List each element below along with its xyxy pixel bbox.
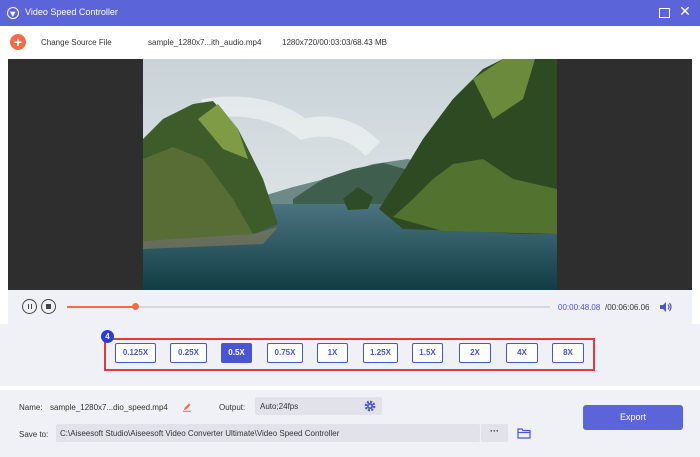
maximize-button[interactable] — [657, 6, 671, 20]
speed-option-125x[interactable]: 1.25X — [363, 343, 398, 363]
speed-option-05x[interactable]: 0.5X — [221, 343, 252, 363]
close-button[interactable]: ✕ — [678, 5, 692, 20]
progress-handle[interactable] — [131, 303, 139, 310]
video-frame-image — [143, 59, 557, 290]
stop-button[interactable] — [41, 299, 56, 314]
speed-option-15x[interactable]: 1.5X — [412, 343, 443, 363]
window-title: Video Speed Controller — [25, 7, 118, 17]
progress-fill — [67, 306, 135, 308]
app-logo-icon — [7, 7, 19, 19]
toolbar: + Change Source File sample_1280x7...ith… — [0, 26, 700, 59]
speed-option-4x[interactable]: 4X — [506, 343, 538, 363]
speed-option-1x[interactable]: 1X — [317, 343, 348, 363]
edit-name-icon[interactable] — [182, 402, 192, 412]
add-source-button[interactable]: + — [10, 34, 26, 50]
speed-option-075x[interactable]: 0.75X — [267, 343, 303, 363]
source-file-info: 1280x720/00:03:03/68.43 MB — [282, 38, 387, 47]
pause-button[interactable] — [22, 299, 37, 314]
speed-option-025x[interactable]: 0.25X — [170, 343, 207, 363]
change-source-file-button[interactable]: Change Source File — [41, 38, 112, 47]
output-format-field[interactable]: Auto;24fps — [255, 397, 382, 415]
speed-option-8x[interactable]: 8X — [552, 343, 584, 363]
browse-more-button[interactable]: ··· — [481, 424, 508, 442]
title-bar: Video Speed Controller ✕ — [0, 0, 700, 26]
source-file-name: sample_1280x7...ith_audio.mp4 — [148, 38, 262, 47]
video-preview — [8, 59, 692, 290]
name-label: Name: — [19, 403, 43, 412]
total-time: /00:06:06.06 — [605, 303, 650, 312]
progress-track[interactable] — [67, 303, 550, 310]
output-file-name: sample_1280x7...dio_speed.mp4 — [50, 403, 168, 412]
output-label: Output: — [219, 403, 246, 412]
export-button[interactable]: Export — [583, 405, 683, 430]
video-frame — [143, 59, 557, 290]
speed-option-2x[interactable]: 2X — [459, 343, 491, 363]
playback-controls: 00:00:48.08 /00:06:06.06 — [8, 290, 692, 324]
save-to-label: Save to: — [19, 430, 49, 439]
gear-icon[interactable] — [363, 399, 377, 413]
open-folder-icon[interactable] — [517, 427, 531, 439]
output-format-value: Auto;24fps — [260, 402, 299, 411]
speed-options-panel: 4 0.125X 0.25X 0.5X 0.75X 1X 1.25X 1.5X … — [0, 324, 700, 386]
current-time: 00:00:48.08 — [558, 303, 601, 312]
output-settings: Name: sample_1280x7...dio_speed.mp4 Outp… — [0, 390, 700, 457]
volume-icon[interactable] — [658, 300, 672, 314]
save-path-value: C:\Aiseesoft Studio\Aiseesoft Video Conv… — [60, 429, 340, 438]
save-path-field[interactable]: C:\Aiseesoft Studio\Aiseesoft Video Conv… — [56, 424, 480, 442]
speed-option-0125x[interactable]: 0.125X — [115, 343, 156, 363]
step-number-badge: 4 — [101, 330, 114, 343]
